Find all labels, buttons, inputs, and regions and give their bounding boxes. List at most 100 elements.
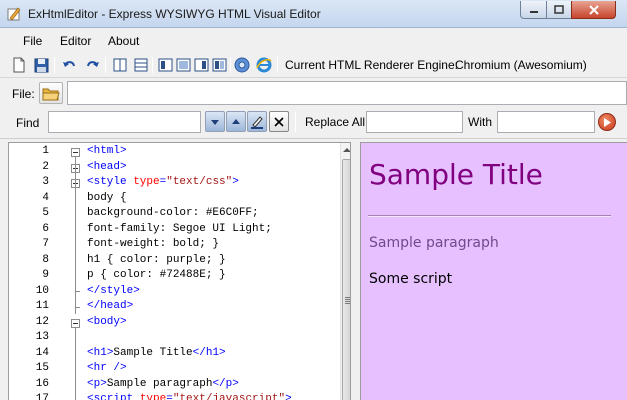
save-button[interactable] [31, 55, 51, 75]
code-line[interactable]: 2 <head> [9, 160, 339, 176]
code-line[interactable]: 4 body { [9, 191, 339, 207]
replace-all-label: Replace All [305, 115, 366, 129]
maximize-button[interactable] [546, 1, 572, 19]
arrow-down-icon [211, 119, 219, 125]
undo-icon [62, 60, 75, 67]
code-line[interactable]: 16 <p>Sample paragraph</p> [9, 377, 339, 393]
pane-splitter[interactable] [351, 142, 360, 400]
preview-script-output: Some script [369, 271, 453, 287]
code-line[interactable]: 3 <style type="text/css"> [9, 175, 339, 191]
code-line[interactable]: 5 background-color: #E6C0FF; [9, 206, 339, 222]
find-label: Find [16, 116, 40, 130]
code-line[interactable]: 12 <body> [9, 315, 339, 331]
ie-engine-icon [256, 57, 272, 73]
code-text: font-family: Segoe UI Light; [87, 222, 272, 235]
line-number: 17 [35, 393, 49, 400]
clear-find-button[interactable] [269, 111, 289, 132]
code-line[interactable]: 9 p { color: #72488E; } [9, 268, 339, 284]
code-text: h1 { color: purple; } [87, 253, 226, 266]
new-document-button[interactable] [9, 55, 29, 75]
layout-right-icon [194, 58, 208, 72]
replace-input[interactable] [366, 111, 463, 133]
menu-bar: File Editor About [0, 29, 627, 52]
code-line[interactable]: 7 font-weight: bold; } [9, 237, 339, 253]
code-text: <script type="text/javascript"> [87, 393, 292, 400]
split-horizontal-button[interactable] [131, 55, 151, 75]
title-bar: ExHtmlEditor - Express WYSIWYG HTML Visu… [0, 0, 627, 28]
code-line[interactable]: 1 <html> [9, 144, 339, 160]
split-vertical-icon [113, 58, 127, 72]
highlight-button[interactable] [247, 111, 267, 132]
line-number: 15 [35, 362, 49, 374]
code-text: <html> [87, 145, 127, 157]
find-next-button[interactable] [205, 111, 225, 132]
line-number: 7 [42, 238, 49, 250]
close-button[interactable] [571, 1, 616, 19]
minimize-button[interactable] [520, 1, 547, 19]
line-number: 6 [42, 222, 49, 235]
chromium-engine-button[interactable] [232, 55, 252, 75]
code-text: font-weight: bold; } [87, 238, 220, 250]
layout-left-button[interactable] [155, 55, 175, 75]
open-folder-button[interactable] [39, 82, 63, 104]
code-line[interactable]: 6 font-family: Segoe UI Light; [9, 222, 339, 238]
code-line[interactable]: 14 <h1>Sample Title</h1> [9, 346, 339, 362]
editor-scrollbar[interactable] [340, 143, 350, 400]
layout-right-button[interactable] [191, 55, 211, 75]
menu-file[interactable]: File [23, 34, 42, 48]
code-line[interactable]: 15 <hr /> [9, 361, 339, 377]
line-number: 3 [42, 176, 49, 188]
toolbar: Current HTML Renderer Engine: Chromium (… [0, 52, 627, 78]
code-text: <hr /> [87, 362, 127, 374]
line-number: 8 [42, 253, 49, 266]
preview-divider [368, 215, 611, 217]
menu-about[interactable]: About [108, 34, 139, 48]
find-input[interactable] [48, 111, 201, 133]
line-number: 5 [42, 207, 49, 219]
redo-button[interactable] [82, 55, 102, 75]
code-line[interactable]: 13 [9, 330, 339, 346]
find-previous-button[interactable] [226, 111, 246, 132]
code-text: </style> [87, 284, 140, 297]
minimize-icon [529, 10, 538, 13]
code-line[interactable]: 10 </style> [9, 284, 339, 300]
layout-grid-button[interactable] [209, 55, 229, 75]
code-editor[interactable]: 1 <html> 2 <head> 3 <style type="text/css"> 4 b… [8, 142, 351, 400]
with-label: With [468, 115, 492, 129]
scroll-up-arrow[interactable] [343, 148, 350, 152]
save-icon [34, 58, 48, 72]
split-vertical-button[interactable] [110, 55, 130, 75]
with-input[interactable] [497, 111, 595, 133]
code-text: p { color: #72488E; } [87, 269, 226, 281]
file-label: File: [12, 87, 35, 101]
line-number: 2 [42, 160, 49, 173]
arrow-up-icon [232, 118, 240, 124]
play-icon [604, 117, 611, 127]
file-path-input[interactable] [67, 81, 627, 105]
line-number: 10 [35, 284, 49, 297]
code-line[interactable]: 11 </head> [9, 299, 339, 315]
close-icon [588, 4, 599, 15]
engine-label: Current HTML Renderer Engine: [285, 58, 458, 72]
split-horizontal-icon [134, 58, 148, 72]
maximize-icon [554, 4, 564, 14]
scroll-thumb[interactable] [342, 159, 350, 400]
menu-editor[interactable]: Editor [60, 34, 91, 48]
code-line[interactable]: 17 <script type="text/javascript"> [9, 392, 339, 400]
code-text: <p>Sample paragraph</p> [87, 377, 239, 390]
new-document-icon [13, 57, 25, 73]
layout-single-button[interactable] [173, 55, 193, 75]
undo-button[interactable] [59, 55, 79, 75]
code-line[interactable]: 8 h1 { color: purple; } [9, 253, 339, 269]
code-text: <body> [87, 315, 127, 328]
code-text: body { [87, 191, 127, 204]
app-window: ExHtmlEditor - Express WYSIWYG HTML Visu… [0, 0, 627, 400]
line-number: 13 [35, 331, 49, 343]
highlighter-icon [251, 115, 263, 129]
replace-go-button[interactable] [598, 113, 616, 131]
ie-engine-button[interactable] [254, 55, 274, 75]
folder-icon [42, 88, 60, 100]
line-number: 12 [35, 315, 49, 328]
line-number: 1 [42, 145, 49, 157]
redo-icon [86, 60, 99, 67]
